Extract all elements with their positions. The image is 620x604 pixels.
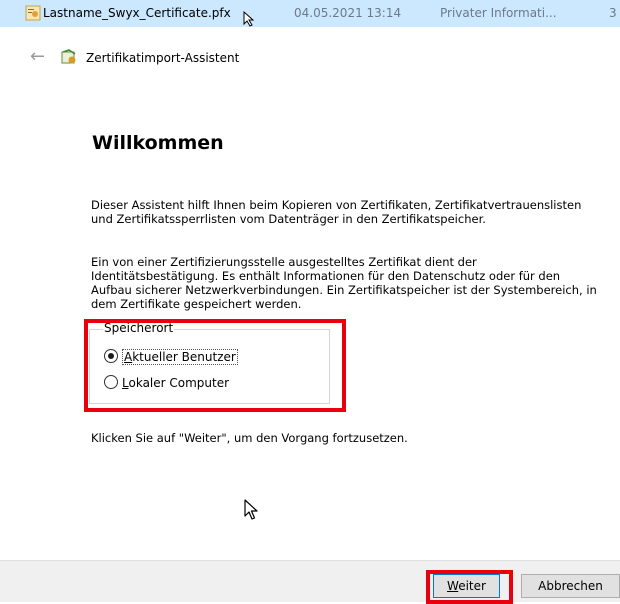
file-type: Privater Informati... — [440, 6, 557, 20]
file-date: 04.05.2021 13:14 — [294, 6, 402, 20]
file-list-row[interactable]: Lastname_Swyx_Certificate.pfx 04.05.2021… — [0, 0, 620, 27]
wizard-title: Zertifikatimport-Assistent — [86, 51, 240, 65]
mouse-cursor-icon — [243, 11, 255, 27]
certificate-wizard-icon — [61, 49, 76, 64]
description-text: Ein von einer Zertifizierungsstelle ausg… — [91, 255, 597, 311]
certificate-file-icon — [25, 5, 41, 21]
mouse-pointer-icon — [244, 499, 258, 520]
cancel-button[interactable]: Abbrechen — [521, 574, 620, 598]
continue-hint-text: Klicken Sie auf "Weiter", um den Vorgang… — [91, 431, 408, 445]
highlight-box-storage — [84, 319, 346, 412]
file-size-partial: 3 — [609, 6, 617, 20]
highlight-box-next — [426, 570, 513, 604]
page-title: Willkommen — [92, 132, 224, 154]
intro-text: Dieser Assistent hilft Ihnen beim Kopier… — [91, 198, 582, 226]
file-name: Lastname_Swyx_Certificate.pfx — [43, 6, 231, 20]
back-arrow-icon[interactable]: ← — [30, 48, 45, 66]
